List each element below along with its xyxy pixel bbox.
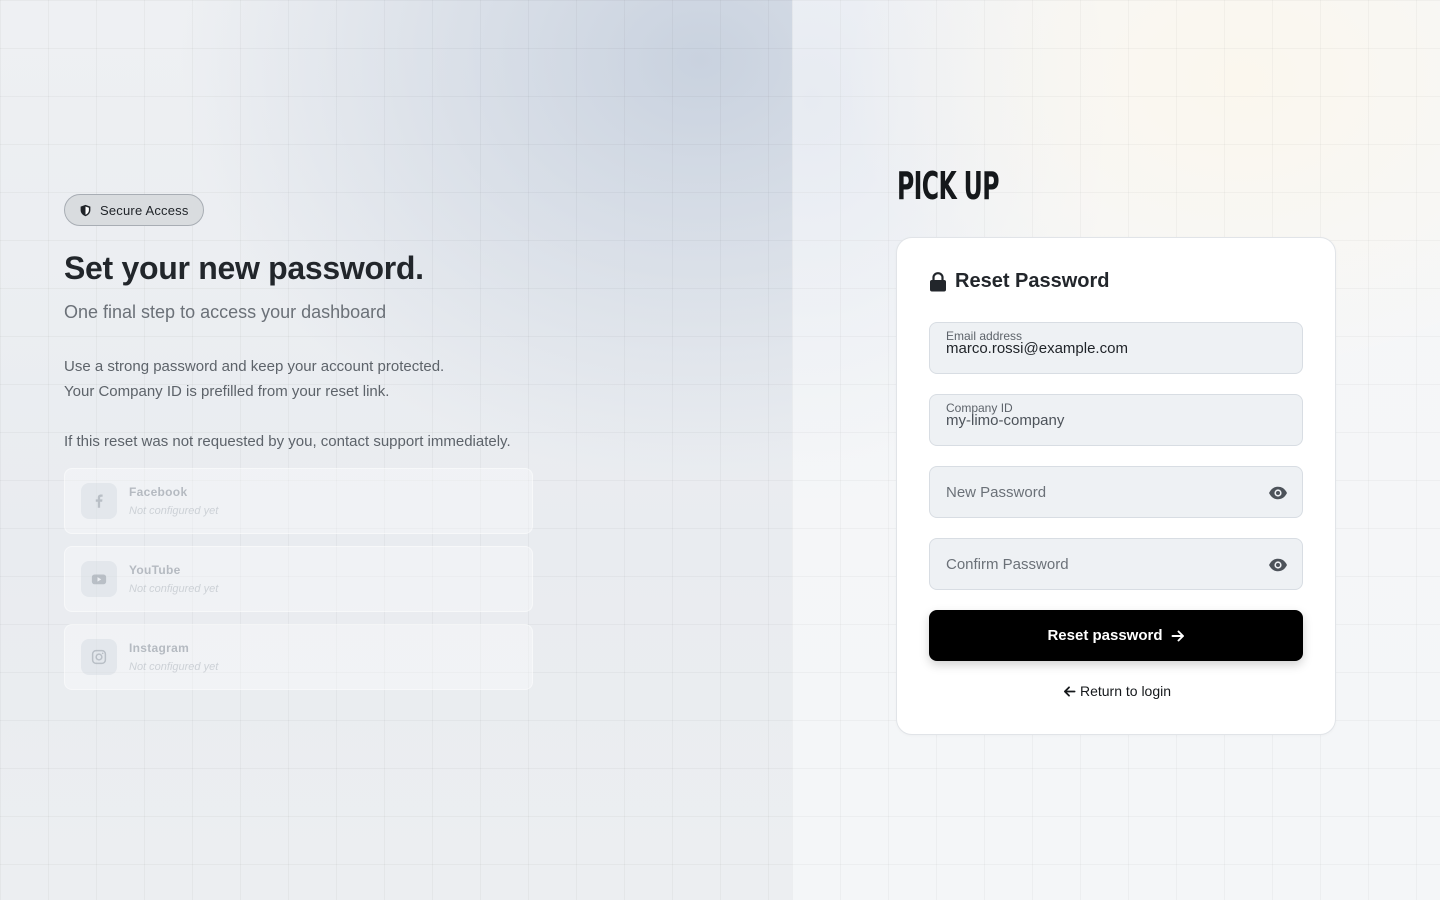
new-password-placeholder: New Password	[946, 484, 1047, 501]
card-title-text: Reset Password	[955, 270, 1110, 292]
reset-password-label: Reset password	[1047, 627, 1163, 644]
company-id-field[interactable]: Company ID my-limo-company	[929, 394, 1303, 446]
return-to-login-link[interactable]: Return to login	[897, 683, 1337, 699]
reset-password-button[interactable]: Reset password	[929, 610, 1303, 661]
eye-icon[interactable]	[1268, 555, 1288, 575]
return-to-login-label: Return to login	[1079, 683, 1172, 699]
instagram-icon	[81, 639, 117, 675]
company-id-value: my-limo-company	[946, 412, 1065, 429]
confirm-password-field[interactable]: Confirm Password	[929, 538, 1303, 590]
description-line-1: Use a strong password and keep your acco…	[64, 358, 445, 375]
page-headline: Set your new password.	[64, 250, 424, 286]
support-warning: If this reset was not requested by you, …	[64, 433, 511, 450]
social-status: Not configured yet	[129, 583, 219, 595]
page-subhead: One final step to access your dashboard	[64, 302, 387, 322]
description-line-2: Your Company ID is prefilled from your r…	[64, 383, 390, 400]
secure-access-badge: Secure Access	[64, 194, 204, 226]
eye-icon[interactable]	[1268, 483, 1288, 503]
new-password-field[interactable]: New Password	[929, 466, 1303, 518]
badge-label: Secure Access	[100, 202, 189, 218]
email-field[interactable]: Email address marco.rossi@example.com	[929, 322, 1303, 374]
social-card-instagram[interactable]: Instagram Not configured yet	[64, 624, 533, 690]
social-status: Not configured yet	[129, 661, 219, 673]
reset-password-card: Reset Password Email address marco.rossi…	[896, 237, 1336, 735]
brand-logo: PICK UP	[897, 164, 999, 208]
arrow-left-icon	[1063, 685, 1076, 697]
youtube-icon	[81, 561, 117, 597]
social-name: YouTube	[129, 563, 181, 577]
shield-icon	[80, 204, 91, 216]
social-card-facebook[interactable]: Facebook Not configured yet	[64, 468, 533, 534]
social-card-youtube[interactable]: YouTube Not configured yet	[64, 546, 533, 612]
email-value: marco.rossi@example.com	[946, 340, 1128, 357]
social-list: Facebook Not configured yet YouTube Not …	[64, 468, 533, 702]
arrow-right-icon	[1171, 630, 1184, 641]
lock-icon	[930, 271, 946, 291]
social-name: Instagram	[129, 641, 190, 655]
description: Use a strong password and keep your acco…	[64, 354, 444, 404]
social-status: Not configured yet	[129, 505, 219, 517]
facebook-icon	[81, 483, 117, 519]
social-name: Facebook	[129, 485, 188, 499]
card-title: Reset Password	[929, 270, 1110, 293]
confirm-password-placeholder: Confirm Password	[946, 556, 1069, 573]
